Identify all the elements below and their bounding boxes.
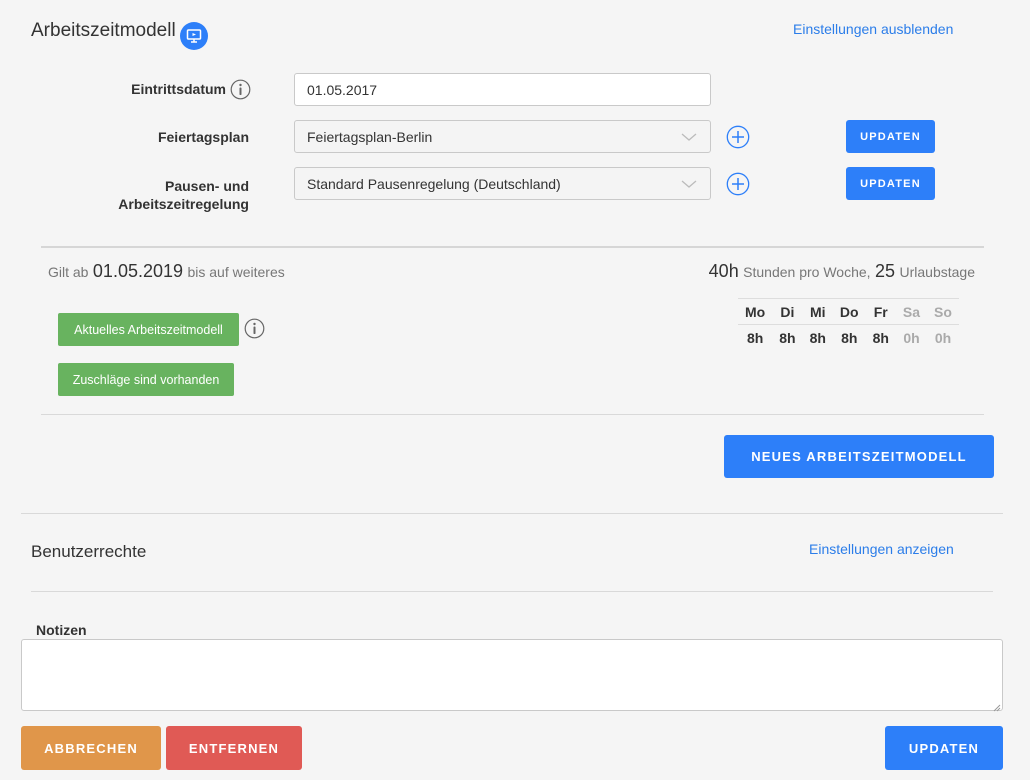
weekday-cell: Sa	[895, 298, 928, 325]
day-hours-row: 8h 8h 8h 8h 8h 0h 0h	[738, 325, 959, 351]
monitor-icon[interactable]	[180, 22, 208, 50]
week-summary: 40h Stunden pro Woche, 25 Urlaubstage	[709, 261, 975, 282]
day-hours-cell: 8h	[779, 329, 796, 346]
surcharges-badge[interactable]: Zuschläge sind vorhanden	[58, 363, 234, 396]
add-break-rule-plus-icon[interactable]	[726, 172, 750, 196]
day-hours-cell: 8h	[841, 329, 858, 346]
weekly-hours-text: Stunden pro Woche,	[743, 264, 871, 280]
day-hours-cell: 8h	[872, 329, 889, 346]
cancel-button[interactable]: ABBRECHEN	[21, 726, 161, 770]
info-icon[interactable]	[230, 79, 251, 100]
new-working-time-model-button[interactable]: NEUES ARBEITSZEITMODELL	[724, 435, 994, 478]
day-hours-cell: 0h	[903, 329, 920, 346]
update-button[interactable]: UPDATEN	[885, 726, 1003, 770]
weekday-cell: Mi	[802, 298, 833, 325]
break-rule-select[interactable]: Standard Pausenregelung (Deutschland)	[294, 167, 711, 200]
chevron-down-icon	[681, 180, 697, 188]
divider	[21, 513, 1003, 514]
update-break-rule-button[interactable]: UPDATEN	[846, 167, 935, 200]
current-model-badge[interactable]: Aktuelles Arbeitszeitmodell	[58, 313, 239, 346]
section-title-working-time-model: Arbeitszeitmodell	[31, 20, 176, 41]
validity-prefix: Gilt ab	[48, 264, 89, 280]
section-title-user-rights: Benutzerrechte	[31, 542, 147, 561]
weekday-cell: Fr	[865, 298, 896, 325]
add-holiday-plan-plus-icon[interactable]	[726, 125, 750, 149]
weekly-hours: 40h	[708, 261, 739, 281]
divider	[41, 246, 984, 248]
info-icon[interactable]	[244, 318, 265, 339]
weekday-cell: So	[927, 298, 959, 325]
validity-date: 01.05.2019	[92, 261, 184, 281]
day-hours-cell: 8h	[809, 329, 826, 346]
weekday-row: Mo Di Mi Do Fr Sa So	[738, 298, 959, 325]
break-rule-label-line1: Pausen- und	[164, 178, 249, 194]
entry-date-value: 01.05.2017	[307, 81, 378, 98]
weekday-cell: Mo	[738, 298, 773, 325]
resize-handle-icon[interactable]	[991, 699, 1001, 712]
weekday-cell: Di	[772, 298, 803, 325]
day-hours-cell: 8h	[746, 329, 764, 346]
break-rule-label: Pausen- und	[60, 176, 249, 196]
divider	[41, 414, 984, 415]
weekday-cell: Do	[832, 298, 866, 325]
hide-settings-link[interactable]: Einstellungen ausblenden	[793, 21, 953, 37]
divider	[31, 591, 993, 592]
show-settings-link[interactable]: Einstellungen anzeigen	[809, 541, 954, 557]
notes-label: Notizen	[36, 622, 87, 638]
vacation-days: 25	[875, 261, 896, 281]
break-rule-value: Standard Pausenregelung (Deutschland)	[307, 175, 561, 192]
holiday-plan-label: Feiertagsplan	[157, 129, 249, 145]
holiday-plan-select[interactable]: Feiertagsplan-Berlin	[294, 120, 711, 153]
remove-button[interactable]: ENTFERNEN	[166, 726, 302, 770]
vacation-days-text: Urlaubstage	[899, 264, 976, 280]
entry-date-input[interactable]: 01.05.2017	[294, 73, 711, 106]
validity-suffix: bis auf weiteres	[187, 264, 285, 280]
validity-text: Gilt ab 01.05.2019 bis auf weiteres	[48, 261, 285, 282]
notes-textarea[interactable]	[21, 639, 1003, 711]
weekly-hours-table: Mo Di Mi Do Fr Sa So 8h 8h 8h 8h 8h 0h 0…	[738, 298, 959, 351]
entry-date-label: Eintrittsdatum	[131, 81, 226, 97]
chevron-down-icon	[681, 133, 697, 141]
holiday-plan-value: Feiertagsplan-Berlin	[307, 128, 433, 145]
break-rule-label-line2: Arbeitszeitregelung	[118, 196, 249, 212]
day-hours-cell: 0h	[934, 329, 952, 346]
update-holiday-plan-button[interactable]: UPDATEN	[846, 120, 935, 153]
